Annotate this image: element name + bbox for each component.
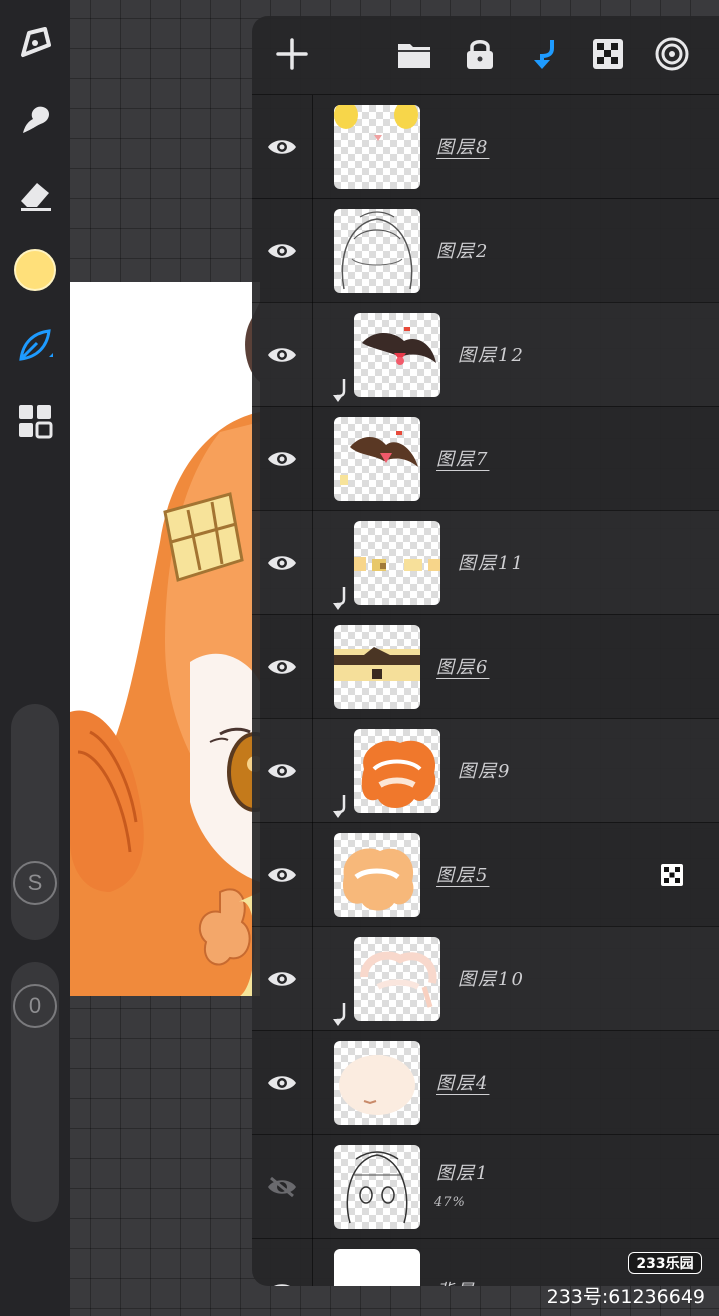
layer-thumbnail[interactable] [334, 105, 420, 189]
layer-divider [312, 823, 313, 927]
layer-name: 图层1 [436, 1163, 490, 1184]
layer-thumbnail[interactable] [334, 417, 420, 501]
mask-icon[interactable] [588, 34, 628, 74]
layer-name: 图层4 [436, 1073, 490, 1094]
eye-icon[interactable] [264, 649, 300, 685]
layer-row[interactable]: 图层4 [252, 1030, 719, 1135]
drawing-canvas[interactable] [70, 282, 260, 996]
layer-thumbnail[interactable] [334, 1145, 420, 1229]
layer-row[interactable]: 图层12 [252, 302, 719, 407]
clipping-arrow-icon [332, 793, 352, 819]
layer-thumbnail[interactable] [334, 209, 420, 293]
clip-icon[interactable] [524, 34, 564, 74]
eye-icon[interactable] [264, 545, 300, 581]
layer-name: 图层9 [458, 761, 512, 782]
eye-icon[interactable] [264, 129, 300, 165]
layer-name: 图层10 [458, 969, 525, 990]
layer-row[interactable]: 图层6 [252, 614, 719, 719]
layer-row[interactable]: 图层11 [252, 510, 719, 615]
add-layer-icon[interactable] [272, 34, 312, 74]
layer-opacity: 47% [434, 1195, 466, 1210]
eye-icon[interactable] [264, 1065, 300, 1101]
layer-thumbnail[interactable] [354, 729, 440, 813]
layer-name: 图层12 [458, 345, 525, 366]
layer-divider [312, 1031, 313, 1135]
layer-divider [312, 927, 313, 1031]
layer-divider [312, 95, 313, 199]
layers-panel: 图层8 图层2 图层12 图层7 图层11 图层6 图层9 图层5 图层10 图层4 图层1 47% 背… [252, 16, 719, 1286]
eye-icon[interactable] [264, 233, 300, 269]
target-icon[interactable] [652, 34, 692, 74]
layer-name: 图层2 [436, 241, 490, 262]
eye-icon[interactable] [264, 337, 300, 373]
layer-divider [312, 1135, 313, 1239]
layer-row[interactable]: 图层8 [252, 94, 719, 199]
layer-thumbnail[interactable] [354, 937, 440, 1021]
eye-hidden-icon[interactable] [264, 1169, 300, 1205]
layers-panel-header [252, 16, 719, 94]
layer-name: 背景 [436, 1277, 476, 1286]
watermark-id: 233号:61236649 [546, 1286, 705, 1308]
layer-name: 图层8 [436, 137, 490, 158]
layer-row[interactable]: 图层9 [252, 718, 719, 823]
layer-divider [312, 615, 313, 719]
layer-thumbnail[interactable] [354, 313, 440, 397]
layer-divider [312, 511, 313, 615]
clipping-arrow-icon [332, 1001, 352, 1027]
size-slider-knob[interactable]: S [13, 861, 57, 905]
layer-name: 图层7 [436, 449, 490, 470]
leaf-brush-icon[interactable] [10, 320, 60, 370]
layer-thumbnail[interactable] [334, 1249, 420, 1286]
opacity-slider-knob[interactable]: 0 [13, 984, 57, 1028]
color-swatch[interactable] [14, 249, 56, 291]
eye-icon[interactable] [264, 857, 300, 893]
layer-thumbnail[interactable] [334, 1041, 420, 1125]
clipping-arrow-icon [332, 377, 352, 403]
eraser-icon[interactable] [10, 170, 60, 220]
clipping-arrow-icon [332, 585, 352, 611]
layer-thumbnail[interactable] [334, 833, 420, 917]
eye-icon[interactable] [264, 753, 300, 789]
layer-row[interactable]: 图层10 [252, 926, 719, 1031]
gallery-icon[interactable] [10, 396, 60, 446]
eye-icon[interactable] [264, 961, 300, 997]
watermark-logo: 233乐园 [628, 1252, 702, 1274]
eye-icon[interactable] [264, 1273, 300, 1286]
layer-row[interactable]: 图层7 [252, 406, 719, 511]
eye-icon[interactable] [264, 441, 300, 477]
lock-icon[interactable] [460, 34, 500, 74]
artwork-illustration [70, 302, 260, 996]
layer-divider [312, 719, 313, 823]
layer-name: 图层6 [436, 657, 490, 678]
layer-divider [312, 303, 313, 407]
layer-name: 图层11 [458, 553, 525, 574]
brush-icon[interactable] [10, 18, 60, 68]
layer-divider [312, 199, 313, 303]
tool-sidebar: S 0 [0, 0, 70, 1316]
layer-name: 图层5 [436, 865, 490, 886]
layer-divider [312, 1239, 313, 1286]
folder-icon[interactable] [394, 34, 434, 74]
layer-row[interactable]: 图层1 47% [252, 1134, 719, 1239]
layer-row[interactable]: 图层5 [252, 822, 719, 927]
layer-thumbnail[interactable] [334, 625, 420, 709]
layer-thumbnail[interactable] [354, 521, 440, 605]
layer-mask-icon[interactable] [660, 863, 684, 887]
smudge-icon[interactable] [10, 94, 60, 144]
layer-divider [312, 407, 313, 511]
layer-row[interactable]: 图层2 [252, 198, 719, 303]
